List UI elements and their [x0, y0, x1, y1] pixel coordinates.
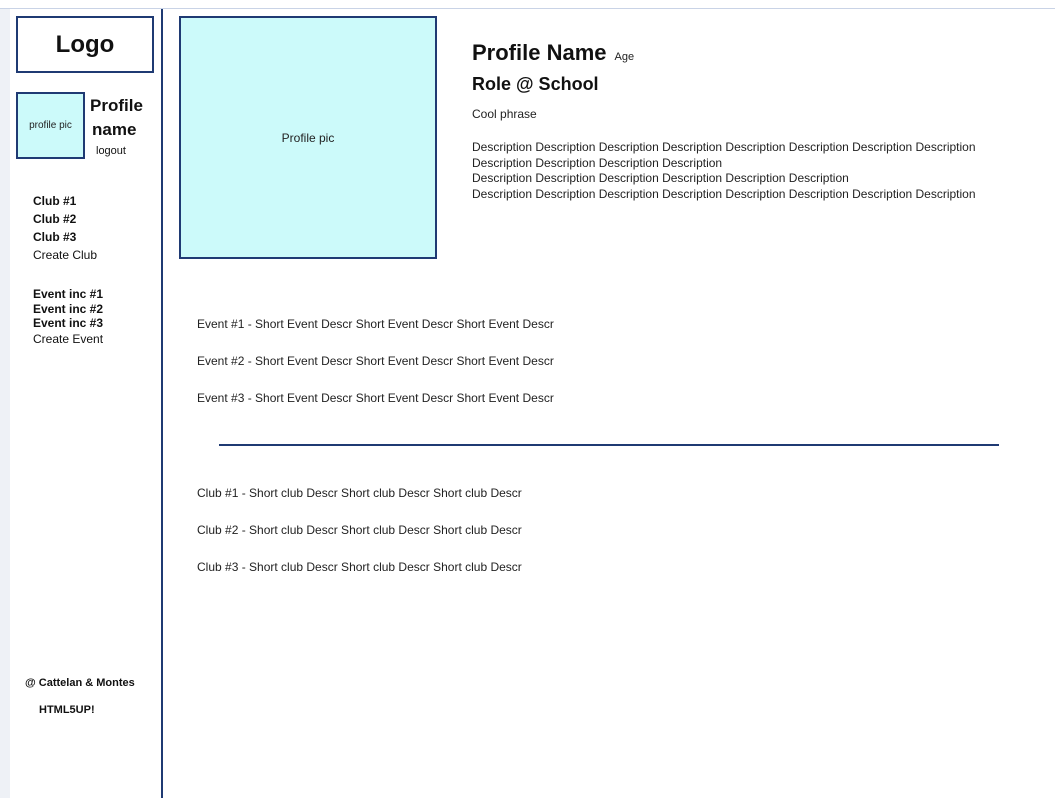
description-line: Description Description Description Desc… [472, 155, 723, 170]
sidebar-profile-pic[interactable]: profile pic [16, 92, 85, 159]
profile-age: Age [614, 51, 635, 63]
profile-info: Profile Name Age Role @ School Cool phras… [472, 40, 1047, 202]
sidebar-event-3[interactable]: Event inc #3 [33, 316, 103, 331]
club-item-2[interactable]: Club #2 - Short club Descr Short club De… [197, 522, 522, 559]
sidebar-profile-name-line1: Profile [90, 96, 143, 115]
create-event-link[interactable]: Create Event [33, 332, 103, 347]
sidebar-profile-name-line2: name [92, 120, 137, 139]
description-line: Description Description Description Desc… [472, 140, 976, 154]
sidebar-event-1[interactable]: Event inc #1 [33, 287, 103, 302]
main-profile-pic-label: Profile pic [281, 130, 335, 145]
credit-authors: @ Cattelan & Montes [25, 677, 135, 689]
logout-link[interactable]: logout [96, 145, 126, 157]
sidebar-events: Event inc #1 Event inc #2 Event inc #3 C… [33, 287, 103, 346]
event-item-3[interactable]: Event #3 - Short Event Descr Short Event… [197, 390, 554, 427]
event-item-2[interactable]: Event #2 - Short Event Descr Short Event… [197, 353, 554, 390]
sidebar-divider [161, 9, 163, 798]
profile-description: Description Description Description Desc… [472, 140, 1047, 202]
events-list: Event #1 - Short Event Descr Short Event… [197, 316, 554, 427]
clubs-list: Club #1 - Short club Descr Short club De… [197, 485, 522, 596]
sidebar-club-1[interactable]: Club #1 [33, 192, 97, 210]
sidebar-profile-name[interactable]: Profile name [90, 94, 156, 142]
sidebar-edge [0, 9, 10, 798]
section-divider [219, 444, 999, 446]
description-line: Description Description Description Desc… [472, 186, 976, 201]
club-item-1[interactable]: Club #1 - Short club Descr Short club De… [197, 485, 522, 522]
sidebar-profile-pic-label: profile pic [29, 120, 72, 131]
logo[interactable]: Logo [16, 16, 154, 73]
create-club-link[interactable]: Create Club [33, 246, 97, 264]
sidebar-event-2[interactable]: Event inc #2 [33, 302, 103, 317]
credit-template: HTML5UP! [39, 704, 95, 716]
event-item-1[interactable]: Event #1 - Short Event Descr Short Event… [197, 316, 554, 353]
main-profile-pic: Profile pic [179, 16, 437, 259]
description-line: Description Description Description Desc… [472, 171, 849, 185]
club-item-3[interactable]: Club #3 - Short club Descr Short club De… [197, 559, 522, 596]
profile-name: Profile Name [472, 40, 607, 65]
sidebar-clubs: Club #1 Club #2 Club #3 Create Club [33, 192, 97, 264]
sidebar-club-3[interactable]: Club #3 [33, 228, 97, 246]
sidebar-club-2[interactable]: Club #2 [33, 210, 97, 228]
profile-role: Role @ School [472, 74, 599, 94]
profile-phrase: Cool phrase [472, 107, 537, 121]
